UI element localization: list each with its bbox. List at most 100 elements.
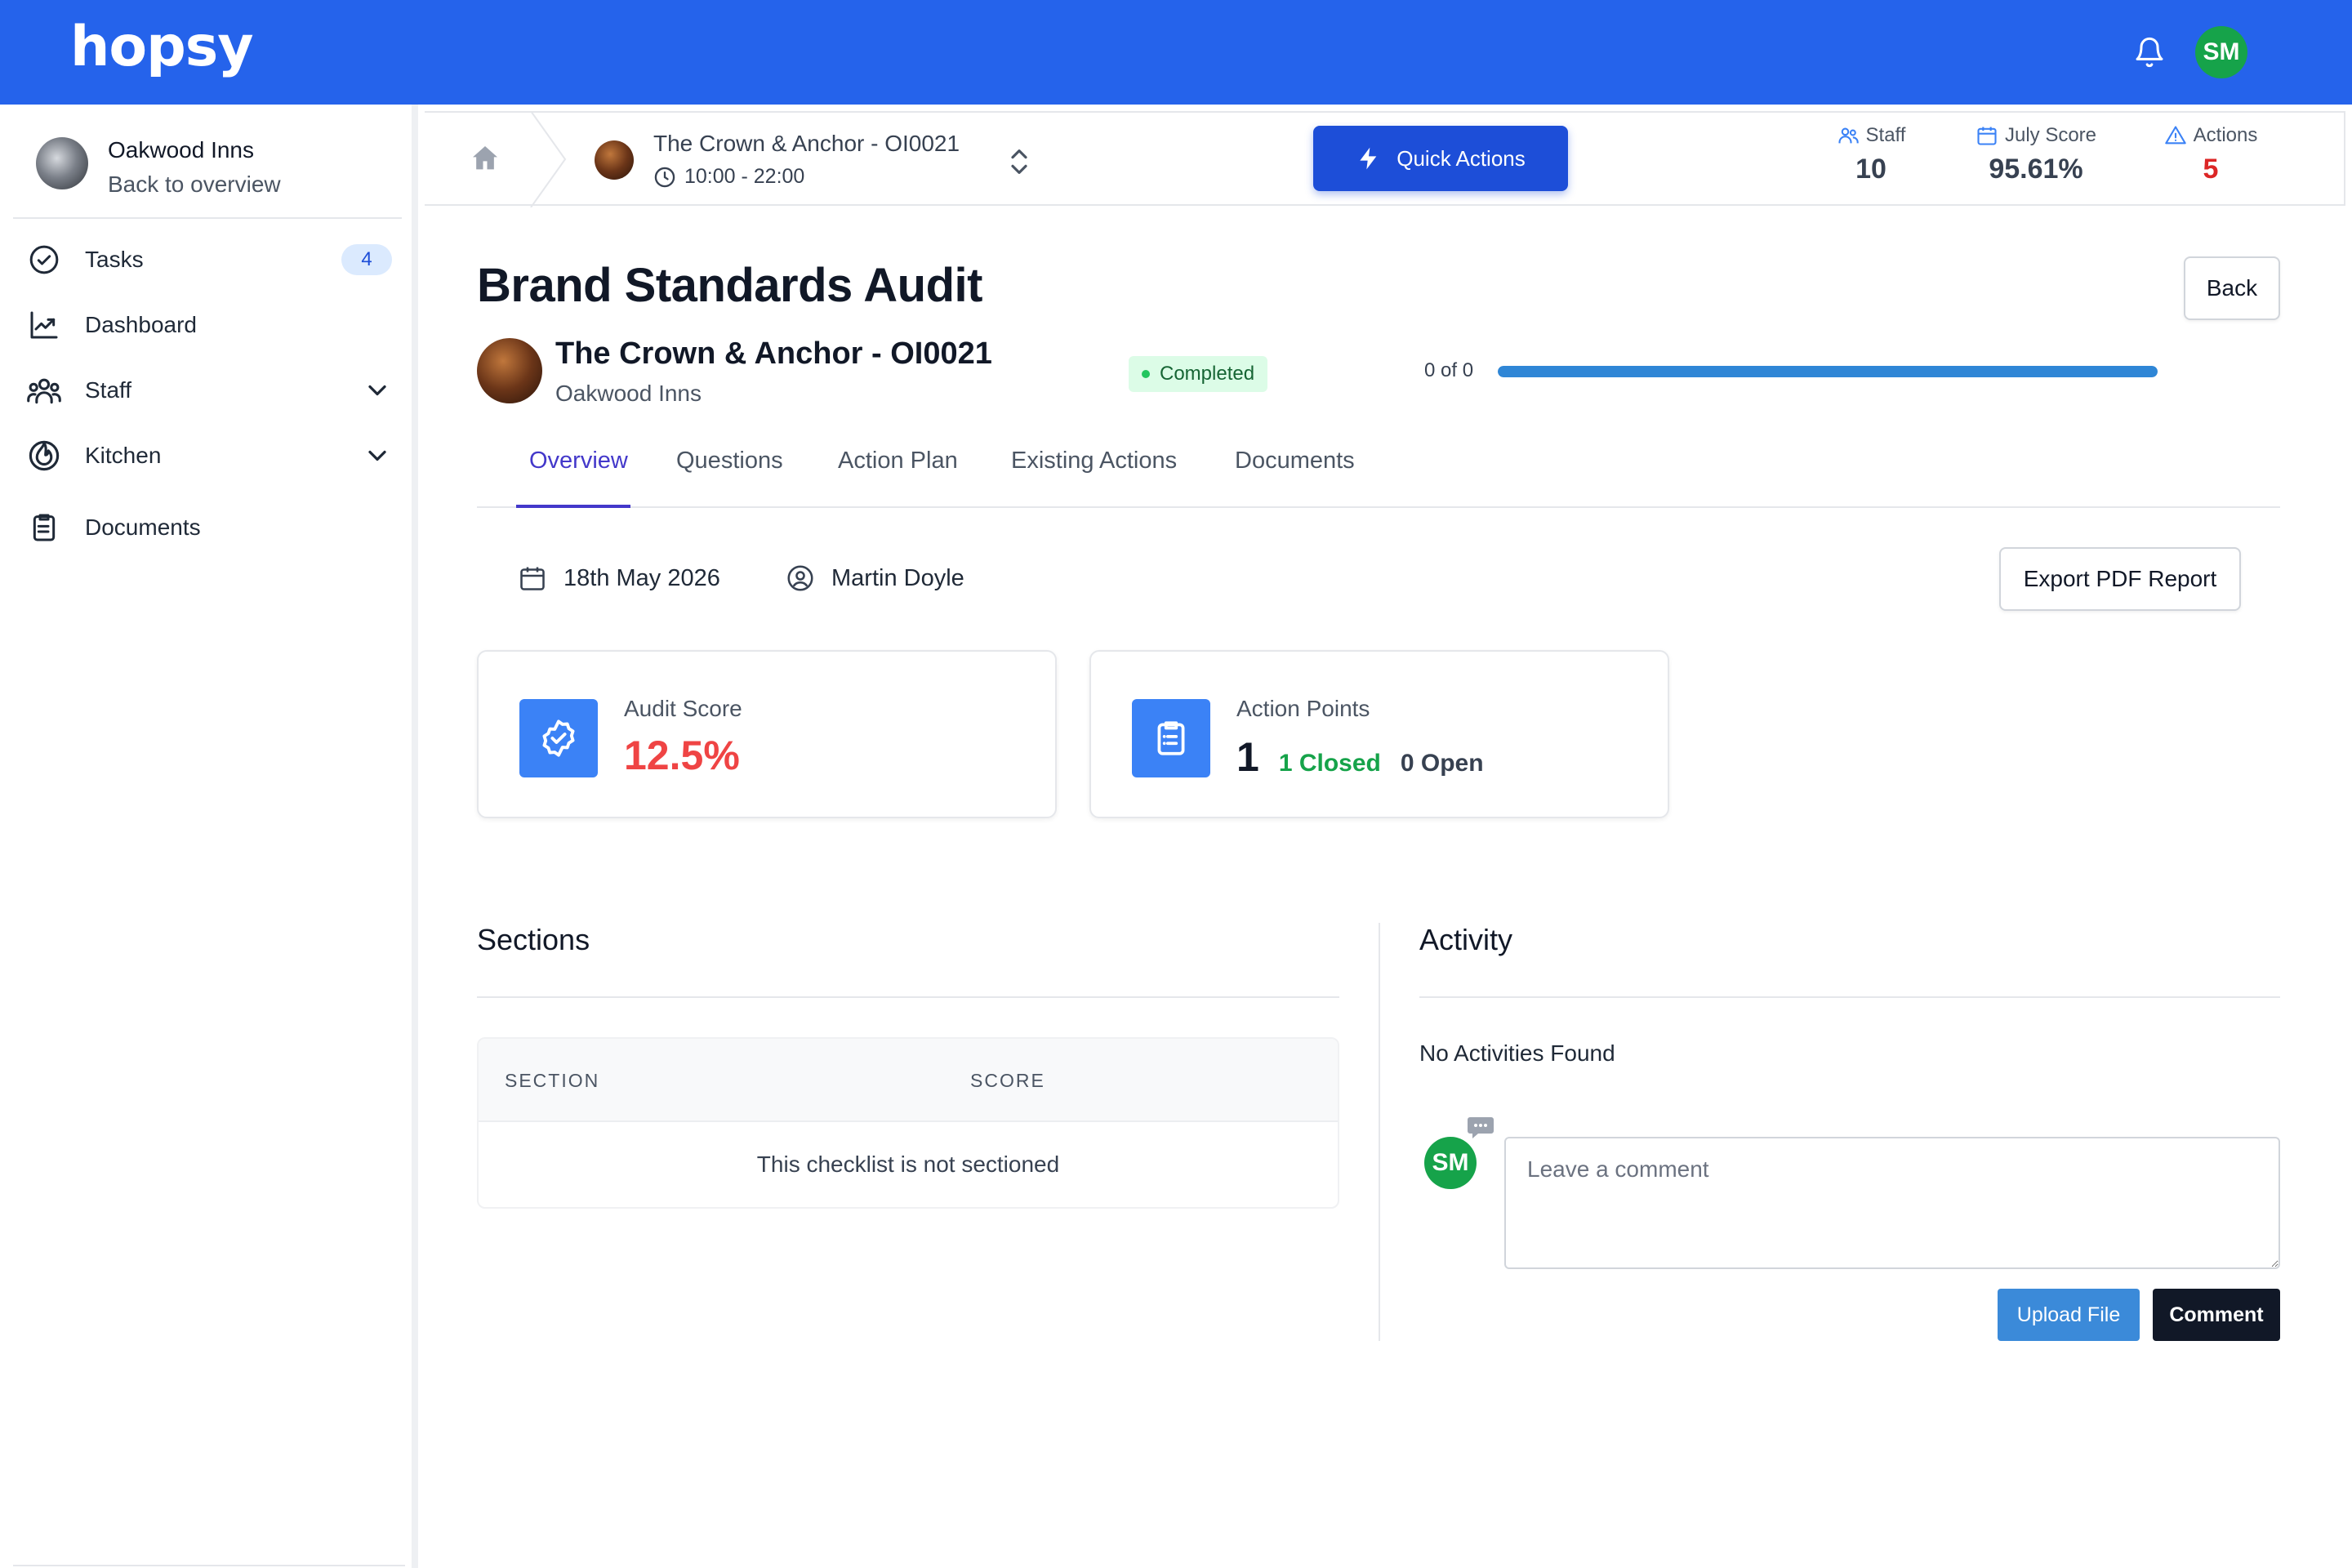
sidebar-item-label: Dashboard <box>85 312 197 337</box>
progress-fill <box>1498 366 2158 377</box>
sidebar-item-staff[interactable]: Staff <box>26 366 392 415</box>
breadcrumb-separator <box>530 111 567 207</box>
export-pdf-button[interactable]: Export PDF Report <box>1999 547 2241 611</box>
column-header-section: SECTION <box>505 1070 600 1091</box>
activity-divider <box>1419 996 2280 998</box>
action-points-closed[interactable]: 1 Closed <box>1279 750 1381 777</box>
stat-staff[interactable]: Staff 10 <box>1826 124 1916 185</box>
home-icon[interactable] <box>469 142 501 175</box>
status-text: Completed <box>1160 363 1255 385</box>
audit-date: 18th May 2026 <box>518 564 720 593</box>
check-circle-icon <box>26 242 62 278</box>
sections-table: SECTION SCORE This checklist is not sect… <box>477 1037 1339 1209</box>
tab-documents[interactable]: Documents <box>1235 448 1355 474</box>
audit-venue-name: The Crown & Anchor - OI0021 <box>555 336 992 371</box>
quick-actions-button[interactable]: Quick Actions <box>1313 126 1568 191</box>
back-button[interactable]: Back <box>2184 256 2280 320</box>
progress-label: 0 of 0 <box>1424 359 1474 381</box>
tab-existing-actions[interactable]: Existing Actions <box>1011 448 1177 474</box>
tab-questions[interactable]: Questions <box>676 448 783 474</box>
top-bar: hopsy SM <box>0 0 2352 105</box>
sidebar-item-tasks[interactable]: Tasks 4 <box>26 235 392 284</box>
sidebar-bottom-divider <box>13 1565 405 1566</box>
stat-value: 5 <box>2203 154 2219 185</box>
tab-overview[interactable]: Overview <box>529 448 628 474</box>
org-name: Oakwood Inns <box>108 137 254 163</box>
tab-action-plan[interactable]: Action Plan <box>838 448 958 474</box>
venue-avatar <box>595 140 634 180</box>
flame-icon <box>26 438 62 474</box>
back-to-overview-link[interactable]: Back to overview <box>108 172 281 198</box>
clipboard-list-icon <box>1132 699 1210 777</box>
sidebar-item-label: Kitchen <box>85 443 162 468</box>
card-caption: Action Points <box>1236 696 1370 721</box>
sections-heading: Sections <box>477 923 590 956</box>
audit-score-value: 12.5% <box>624 733 740 778</box>
venue-name[interactable]: The Crown & Anchor - OI0021 <box>653 131 960 157</box>
stat-july-score[interactable]: July Score 95.61% <box>1962 124 2110 185</box>
sidebar-divider <box>13 217 402 219</box>
upload-file-button[interactable]: Upload File <box>1998 1289 2140 1341</box>
calendar-icon <box>1977 127 1997 145</box>
page-title: Brand Standards Audit <box>477 259 982 312</box>
bell-icon[interactable] <box>2133 34 2166 70</box>
sidebar-item-label: Documents <box>85 514 201 540</box>
column-divider <box>1379 923 1380 1341</box>
venue-hours: 10:00 - 22:00 <box>653 165 804 189</box>
status-dot <box>1142 370 1150 378</box>
action-points-summary: 1 1 Closed 0 Open <box>1236 733 1484 781</box>
comment-submit-button[interactable]: Comment <box>2153 1289 2280 1341</box>
clipboard-icon <box>26 510 62 546</box>
stat-value: 10 <box>1855 154 1886 185</box>
stat-actions[interactable]: Actions 5 <box>2149 124 2272 185</box>
empty-state-message: This checklist is not sectioned <box>756 1152 1060 1177</box>
chevron-down-icon[interactable] <box>363 376 392 405</box>
card-caption: Audit Score <box>624 696 742 721</box>
audit-org-name: Oakwood Inns <box>555 381 702 406</box>
audit-score-card: Audit Score 12.5% <box>477 650 1057 818</box>
venue-avatar <box>477 338 542 403</box>
badge-check-icon <box>519 699 598 777</box>
column-header-score: SCORE <box>970 1070 1045 1091</box>
lightning-icon <box>1360 147 1377 170</box>
quick-actions-label: Quick Actions <box>1396 145 1526 171</box>
calendar-icon <box>520 567 545 590</box>
active-tab-indicator <box>516 505 630 508</box>
audit-auditor: Martin Doyle <box>786 564 964 593</box>
comment-input[interactable] <box>1504 1137 2280 1269</box>
sidebar-item-kitchen[interactable]: Kitchen <box>26 431 392 480</box>
table-header: SECTION SCORE <box>479 1039 1338 1122</box>
commenter-avatar: SM <box>1424 1137 1477 1189</box>
audit-tabs: Overview Questions Action Plan Existing … <box>477 436 2280 508</box>
org-avatar <box>36 137 88 189</box>
status-badge: Completed <box>1129 356 1268 392</box>
stat-label: Actions <box>2193 124 2258 146</box>
tasks-count-badge: 4 <box>341 244 392 275</box>
activity-empty-message: No Activities Found <box>1419 1040 1615 1066</box>
users-icon <box>26 372 62 408</box>
stat-label: July Score <box>2004 124 2097 146</box>
action-points-open[interactable]: 0 Open <box>1401 750 1484 777</box>
venue-header-bar: The Crown & Anchor - OI0021 10:00 - 22:0… <box>425 111 2345 207</box>
sidebar-item-dashboard[interactable]: Dashboard <box>26 301 392 350</box>
action-points-total: 1 <box>1236 734 1259 780</box>
stat-value: 95.61% <box>1989 154 2083 185</box>
auditor-name: Martin Doyle <box>831 564 964 591</box>
sidebar-item-documents[interactable]: Documents <box>26 503 392 552</box>
sidebar-item-label: Tasks <box>85 247 144 272</box>
progress-bar <box>1498 366 2158 377</box>
sidebar: Oakwood Inns Back to overview Tasks 4 Da… <box>0 105 418 1568</box>
sections-divider <box>477 996 1339 998</box>
user-circle-icon <box>787 565 813 591</box>
warning-icon <box>2164 126 2186 145</box>
user-avatar[interactable]: SM <box>2195 26 2247 78</box>
org-switcher[interactable]: Oakwood Inns Back to overview <box>34 137 418 227</box>
hopsy-logo[interactable]: hopsy <box>70 15 254 79</box>
chevron-down-icon[interactable] <box>363 441 392 470</box>
chart-line-icon <box>26 307 62 343</box>
chevron-up-down-icon[interactable] <box>1006 145 1032 178</box>
stat-label: Staff <box>1865 124 1906 146</box>
clock-icon <box>654 167 675 187</box>
chat-bubble-icon <box>1468 1117 1494 1138</box>
activity-heading: Activity <box>1419 923 1513 956</box>
